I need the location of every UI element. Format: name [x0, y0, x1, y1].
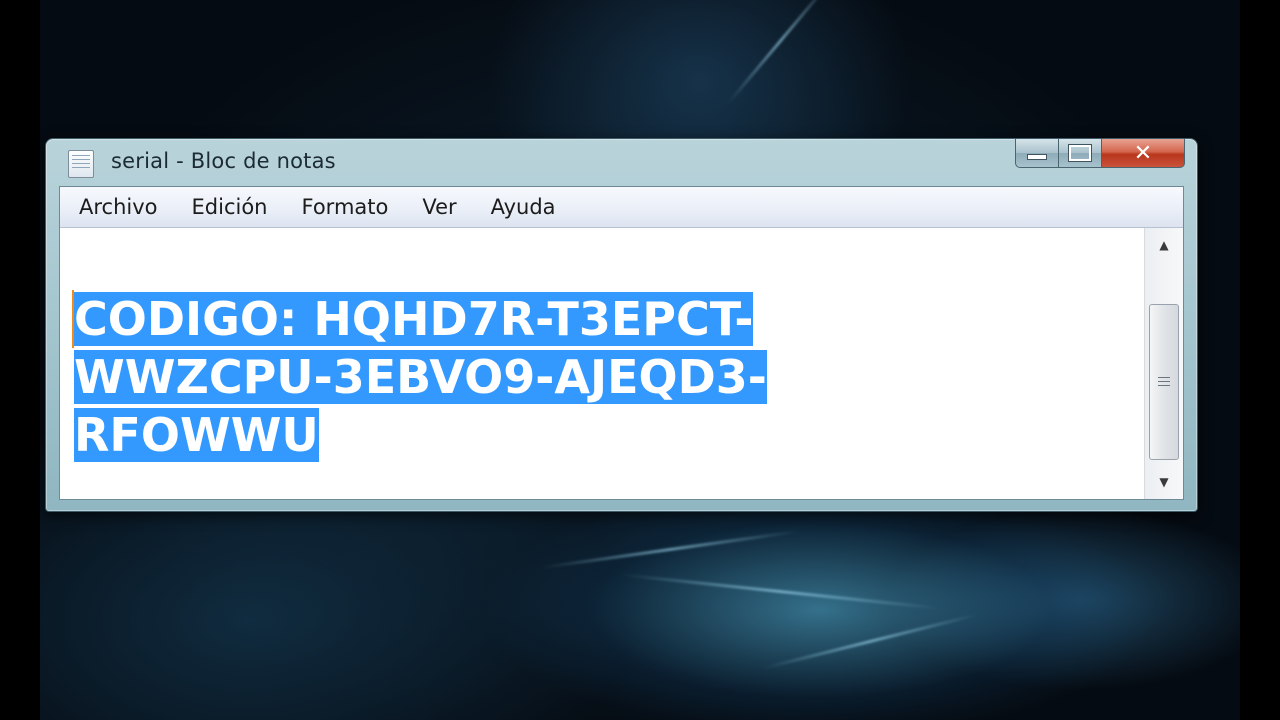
letterbox-left [0, 0, 40, 720]
scrollbar-thumb[interactable] [1149, 304, 1179, 460]
wallpaper-light-streak [541, 529, 799, 570]
minimize-button[interactable] [1015, 139, 1059, 168]
selected-text-line-1[interactable]: CODIGO: HQHD7R-T3EPCT- [74, 292, 754, 346]
notepad-icon[interactable] [68, 150, 94, 178]
scroll-up-arrow-icon: ▲ [1159, 238, 1169, 252]
menu-edicion[interactable]: Edición [175, 187, 285, 227]
wallpaper-light-streak [620, 573, 940, 610]
maximize-icon [1069, 145, 1091, 161]
scroll-up-button[interactable]: ▲ [1145, 228, 1183, 262]
wallpaper-light-streak [762, 613, 978, 670]
maximize-button[interactable] [1059, 139, 1102, 168]
window-title: serial - Bloc de notas [111, 149, 336, 173]
menu-ver[interactable]: Ver [405, 187, 473, 227]
vertical-scrollbar[interactable]: ▲ ▼ [1144, 228, 1183, 499]
scroll-down-button[interactable]: ▼ [1145, 465, 1183, 499]
menu-bar: Archivo Edición Formato Ver Ayuda [60, 187, 1183, 228]
document-text[interactable]: CODIGO: HQHD7R-T3EPCT- WWZCPU-3EBVO9-AJE… [74, 290, 914, 464]
close-button[interactable]: ✕ [1102, 139, 1185, 168]
menu-ayuda[interactable]: Ayuda [474, 187, 573, 227]
selected-text-line-3[interactable]: RFOWWU [74, 408, 319, 462]
scroll-down-arrow-icon: ▼ [1159, 475, 1169, 489]
text-editor[interactable]: CODIGO: HQHD7R-T3EPCT- WWZCPU-3EBVO9-AJE… [60, 228, 1145, 499]
client-area: Archivo Edición Formato Ver Ayuda CODIGO… [59, 186, 1184, 500]
selected-text-line-2[interactable]: WWZCPU-3EBVO9-AJEQD3- [74, 350, 767, 404]
minimize-icon [1027, 154, 1047, 160]
notepad-window[interactable]: serial - Bloc de notas ✕ Archivo Edición… [45, 138, 1198, 512]
title-bar[interactable]: serial - Bloc de notas ✕ [46, 139, 1197, 185]
scrollbar-grip-icon [1158, 376, 1170, 388]
desktop-background: serial - Bloc de notas ✕ Archivo Edición… [0, 0, 1280, 720]
menu-formato[interactable]: Formato [285, 187, 406, 227]
letterbox-right [1240, 0, 1280, 720]
wallpaper-light-streak [727, 0, 833, 104]
menu-archivo[interactable]: Archivo [60, 187, 175, 227]
close-icon: ✕ [1133, 140, 1153, 166]
window-controls: ✕ [1015, 139, 1185, 169]
